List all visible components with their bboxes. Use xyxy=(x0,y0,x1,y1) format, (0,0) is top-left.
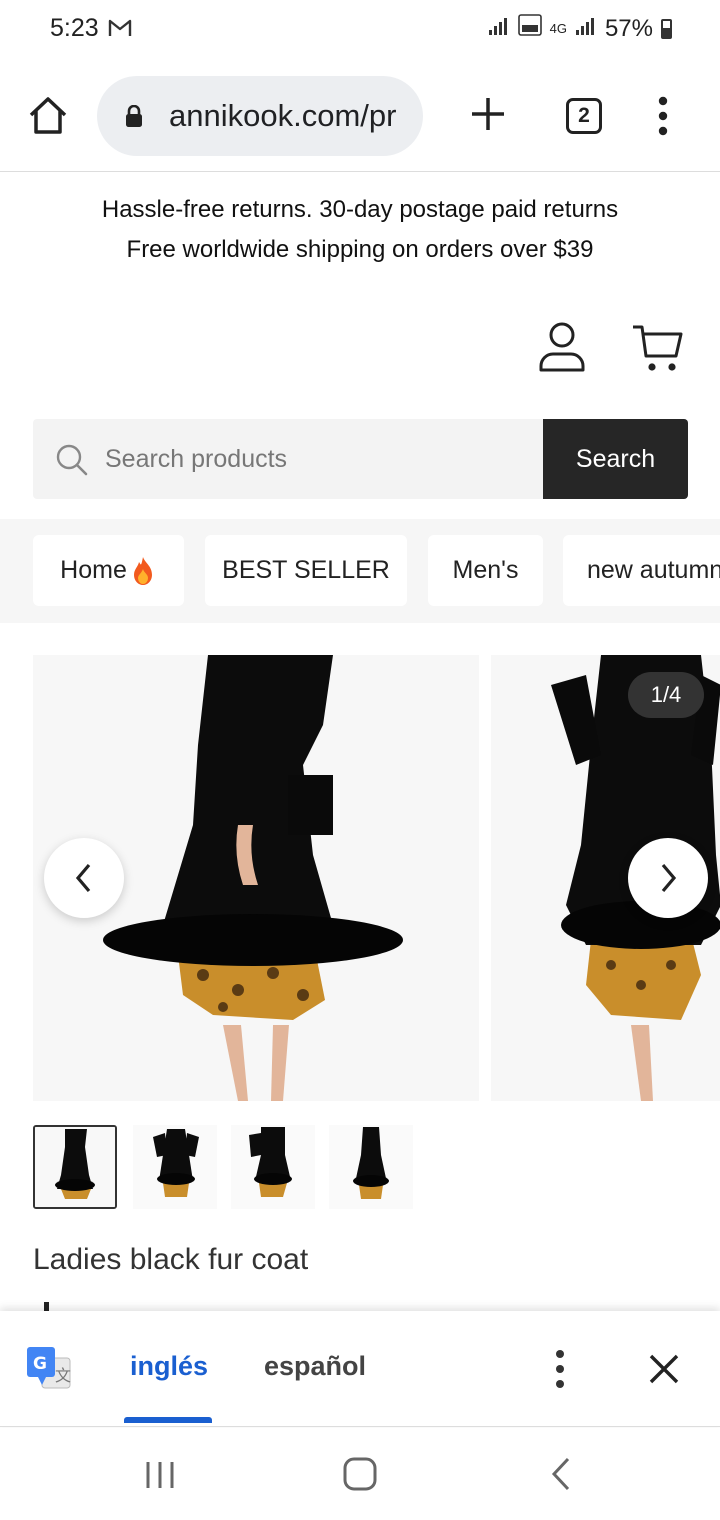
category-mens[interactable]: Men's xyxy=(428,535,543,606)
announcement-bar: Hassle-free returns. 30-day postage paid… xyxy=(0,190,720,270)
product-title: Ladies black fur coat xyxy=(33,1243,309,1276)
translate-close-button[interactable] xyxy=(646,1351,682,1387)
translate-bar: 文 G inglés español xyxy=(0,1311,720,1427)
back-nav-button[interactable] xyxy=(548,1456,576,1492)
battery-icon xyxy=(661,18,672,39)
browser-menu-button[interactable] xyxy=(650,94,676,138)
battery-percent: 57% xyxy=(604,14,653,42)
prev-slide-button[interactable] xyxy=(44,838,124,918)
account-button[interactable] xyxy=(536,320,588,374)
search-input[interactable] xyxy=(105,419,535,499)
chevron-right-icon xyxy=(661,863,677,893)
category-label: Men's xyxy=(452,556,519,584)
translate-icon: 文 G xyxy=(27,1347,71,1389)
signal-icon-2 xyxy=(575,15,597,43)
announcement-returns: Hassle-free returns. 30-day postage paid… xyxy=(101,196,619,223)
signal-icon xyxy=(488,15,510,43)
new-tab-button[interactable] xyxy=(466,92,510,136)
system-nav-bar xyxy=(0,1428,720,1520)
status-time: 5:23 xyxy=(50,14,99,42)
plus-icon xyxy=(472,98,504,130)
language-tab-target[interactable]: español xyxy=(264,1351,366,1382)
coat-thumbnail xyxy=(35,1127,115,1207)
status-indicators: 4G 57% xyxy=(488,14,672,43)
search-button[interactable]: Search xyxy=(543,419,688,499)
coat-thumbnail xyxy=(231,1125,315,1209)
back-icon xyxy=(551,1457,570,1491)
network-type: 4G xyxy=(549,20,567,36)
tab-count: 2 xyxy=(578,104,590,127)
language-tab-source[interactable]: inglés xyxy=(130,1351,208,1382)
category-home[interactable]: Home xyxy=(33,535,184,606)
thumbnail-3[interactable] xyxy=(231,1125,315,1209)
category-new-autumn[interactable]: new autumn xyxy=(563,535,720,606)
gmail-icon xyxy=(108,18,132,43)
thumbnail-4[interactable] xyxy=(329,1125,413,1209)
cart-button[interactable] xyxy=(630,322,686,374)
account-icon xyxy=(539,322,585,372)
category-best-seller[interactable]: BEST SELLER xyxy=(205,535,407,606)
translate-menu-button[interactable] xyxy=(548,1347,572,1391)
lock-icon xyxy=(126,105,142,127)
search-icon xyxy=(56,444,88,476)
url-text: annikook.com/pr xyxy=(169,98,397,133)
category-label: BEST SELLER xyxy=(222,556,390,584)
google-translate-icon[interactable]: 文 G xyxy=(26,1346,72,1392)
close-icon xyxy=(649,1354,679,1384)
next-slide-button[interactable] xyxy=(628,838,708,918)
fire-icon xyxy=(133,556,152,585)
category-label: Home xyxy=(60,556,127,584)
svg-text:文: 文 xyxy=(55,1366,71,1385)
category-nav: Home BEST SELLER Men's new autumn xyxy=(0,519,720,623)
search-form: Search xyxy=(33,419,688,499)
cart-icon xyxy=(633,325,683,371)
thumbnail-2[interactable] xyxy=(133,1125,217,1209)
recent-apps-icon xyxy=(146,1462,174,1488)
coat-thumbnail xyxy=(133,1125,217,1209)
svg-text:G: G xyxy=(33,1354,47,1374)
chevron-left-icon xyxy=(75,863,91,893)
more-vert-icon xyxy=(556,1350,564,1388)
category-label: new autumn xyxy=(587,556,720,584)
home-square-icon xyxy=(343,1457,377,1491)
coat-thumbnail xyxy=(329,1125,413,1209)
home-icon xyxy=(29,97,67,134)
thumbnail-1[interactable] xyxy=(33,1125,117,1209)
home-nav-button[interactable] xyxy=(342,1456,378,1492)
active-tab-indicator xyxy=(124,1417,212,1423)
slide-counter: 1/4 xyxy=(628,672,704,718)
browser-toolbar: annikook.com/pr 2 xyxy=(0,62,720,172)
tab-switcher-button[interactable]: 2 xyxy=(566,98,602,134)
home-button[interactable] xyxy=(26,94,70,138)
recent-apps-button[interactable] xyxy=(142,1458,178,1492)
announcement-shipping: Free worldwide shipping on orders over $… xyxy=(126,236,594,263)
status-bar: 5:23 4G 57% xyxy=(0,0,720,62)
more-vert-icon xyxy=(658,96,668,136)
volte-icon xyxy=(517,14,542,43)
address-bar[interactable]: annikook.com/pr xyxy=(97,76,423,156)
